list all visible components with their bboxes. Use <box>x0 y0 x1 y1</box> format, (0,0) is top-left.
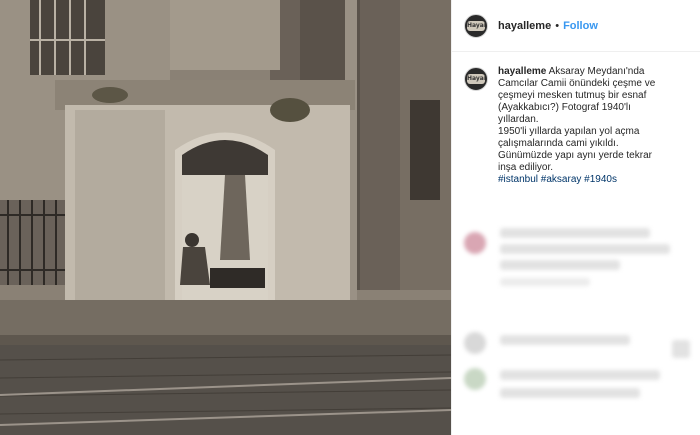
caption-line-1: Camcılar Camii önündeki çeşme ve <box>498 78 656 89</box>
follow-button[interactable]: Follow <box>563 20 598 32</box>
blurred-avatar <box>464 232 486 254</box>
post-side-panel: Hayal hayalleme • Follow Hayal hayalleme… <box>451 0 700 435</box>
caption-line-4: yıllardan. <box>498 114 539 125</box>
blurred-comments <box>452 200 700 435</box>
blurred-comment <box>500 244 670 254</box>
blurred-comment <box>500 278 590 286</box>
blurred-comment <box>500 228 650 238</box>
caption-hashtags[interactable]: #istanbul #aksaray #1940s <box>498 174 688 186</box>
separator-dot: • <box>555 19 560 32</box>
blurred-avatar <box>464 368 486 390</box>
caption-line-8: inşa ediliyor. <box>498 162 554 173</box>
caption-text: hayalleme Aksaray Meydanı'nda Camcılar C… <box>498 66 688 186</box>
avatar-logo: Hayal <box>467 20 485 31</box>
post-header: Hayal hayalleme • Follow <box>452 0 700 52</box>
historic-street-photo <box>0 0 451 435</box>
blurred-comment <box>500 388 640 398</box>
caption-line-2: çeşmeyi mesken tutmuş bir esnaf <box>498 90 647 101</box>
caption-avatar[interactable]: Hayal <box>464 67 488 91</box>
caption-line-5: 1950'li yıllarda yapılan yol açma <box>498 126 640 137</box>
blurred-heart <box>672 340 690 358</box>
caption-username[interactable]: hayalleme <box>498 66 546 77</box>
post-caption: Hayal hayalleme Aksaray Meydanı'nda Camc… <box>452 52 700 186</box>
caption-avatar-logo: Hayal <box>467 74 485 84</box>
caption-line: hayalleme Aksaray Meydanı'nda <box>498 66 644 77</box>
post-username[interactable]: hayalleme <box>498 20 551 32</box>
blurred-comment <box>500 370 660 380</box>
caption-line-3: (Ayakkabıcı?) Fotograf 1940'lı <box>498 102 631 113</box>
caption-line-0: Aksaray Meydanı'nda <box>548 66 645 77</box>
caption-line-7: Günümüzde yapı aynı yerde tekrar <box>498 150 652 161</box>
post-photo[interactable] <box>0 0 451 435</box>
blurred-avatar <box>464 332 486 354</box>
blurred-comment <box>500 260 620 270</box>
blurred-comment <box>500 335 630 345</box>
caption-line-6: çalışmalarında cami yıkıldı. <box>498 138 619 149</box>
profile-avatar[interactable]: Hayal <box>464 13 488 38</box>
